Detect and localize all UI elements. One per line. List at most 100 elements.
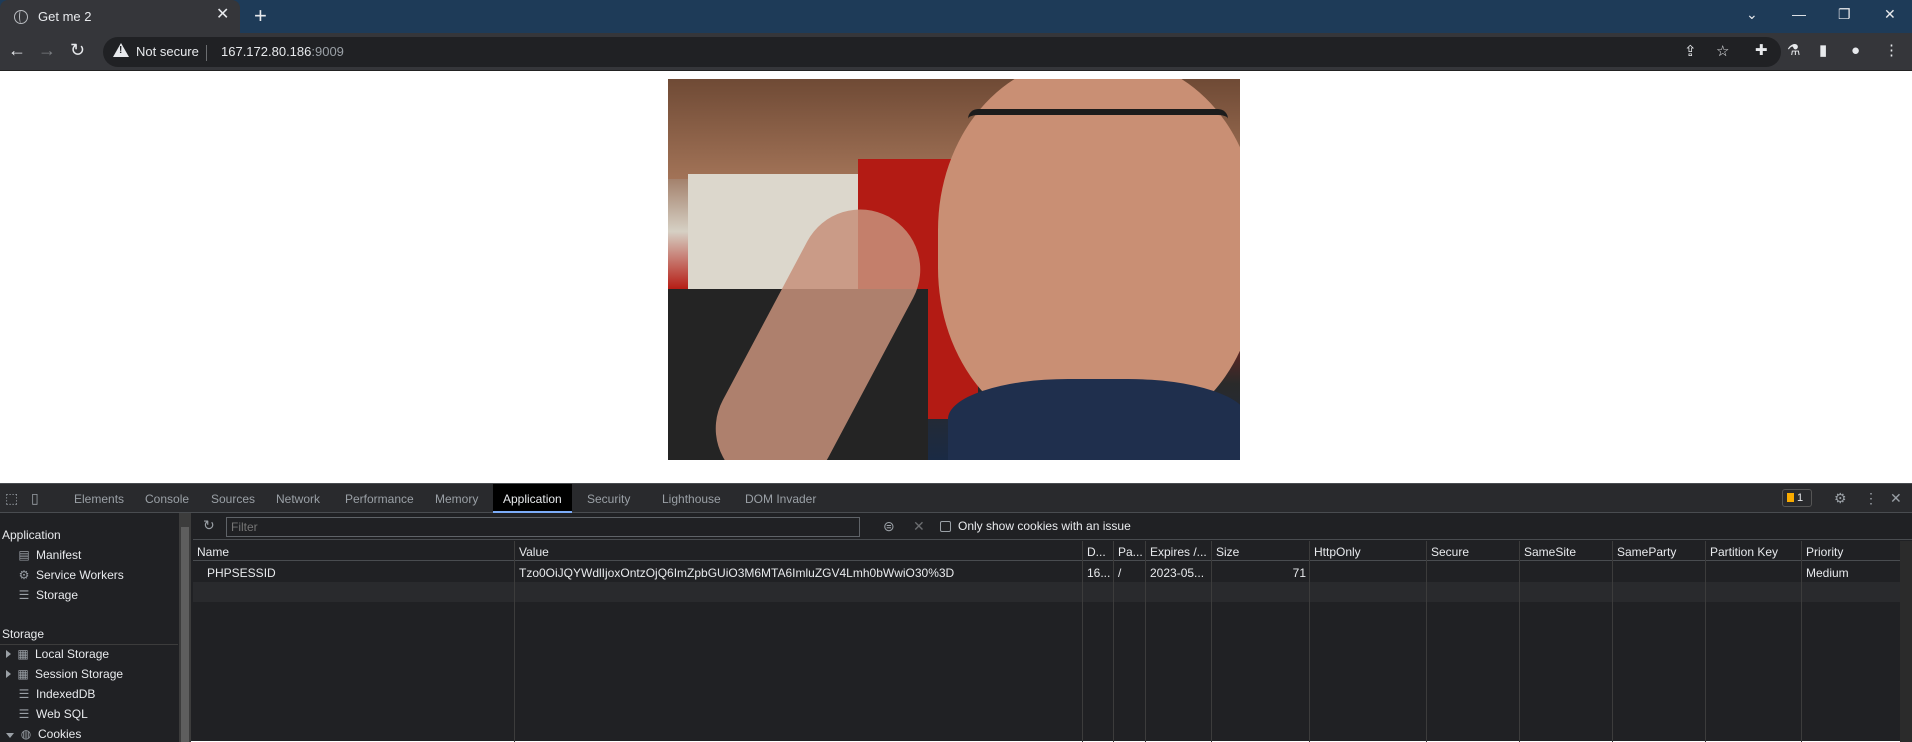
sidebar-item-local-storage[interactable]: ▦ Local Storage: [6, 647, 109, 661]
column-header-expires[interactable]: Expires /...: [1146, 541, 1212, 561]
share-icon[interactable]: ⇪: [1684, 43, 1697, 61]
sidebar-scrollbar-thumb[interactable]: [181, 527, 189, 742]
devtools-panel: ⬚ ▯ Elements Console Sources Network Per…: [0, 483, 1912, 742]
cookie-secure-cell[interactable]: [1427, 562, 1520, 582]
close-tab-icon[interactable]: ✕: [216, 7, 229, 23]
device-toolbar-icon[interactable]: ▯: [31, 491, 39, 505]
minimize-icon[interactable]: —: [1792, 6, 1806, 22]
sidebar-item-web-sql[interactable]: ☰ Web SQL: [18, 707, 88, 721]
security-label[interactable]: Not secure: [136, 44, 199, 59]
sidebar-item-session-storage[interactable]: ▦ Session Storage: [6, 667, 123, 681]
sidebar-header-application: Application: [2, 528, 61, 542]
column-header-secure[interactable]: Secure: [1427, 541, 1520, 561]
column-header-sameparty[interactable]: SameParty: [1613, 541, 1706, 561]
gear-icon: ⚙: [18, 568, 30, 582]
tab-elements[interactable]: Elements: [74, 492, 124, 506]
address-bar[interactable]: Not secure 167.172.80.186:9009 ⇪ ☆: [103, 37, 1781, 67]
column-header-samesite[interactable]: SameSite: [1520, 541, 1613, 561]
cookie-table: Name Value D... Pa... Expires /... Size …: [193, 541, 1900, 742]
sidebar-item-service-workers[interactable]: ⚙ Service Workers: [18, 568, 124, 582]
inspect-element-icon[interactable]: ⬚: [5, 491, 18, 505]
sidebar-scrollbar[interactable]: [179, 513, 191, 742]
only-issues-checkbox[interactable]: [940, 521, 951, 532]
not-secure-warning-icon[interactable]: [113, 43, 129, 57]
column-header-size[interactable]: Size: [1212, 541, 1310, 561]
devtools-tabbar: ⬚ ▯ Elements Console Sources Network Per…: [0, 484, 1912, 513]
reload-icon[interactable]: ↻: [70, 40, 85, 60]
globe-icon: [14, 10, 28, 24]
filter-input[interactable]: [226, 517, 860, 537]
restore-icon[interactable]: ❐: [1838, 6, 1851, 23]
tab-security[interactable]: Security: [587, 492, 630, 506]
tab-dom-invader[interactable]: DOM Invader: [745, 492, 816, 506]
settings-gear-icon[interactable]: ⚙: [1834, 491, 1847, 505]
sidebar-header-storage: Storage: [2, 627, 45, 641]
cookie-expires-cell[interactable]: 2023-05...: [1146, 562, 1212, 582]
back-icon[interactable]: ←: [8, 40, 26, 60]
url-port: :9009: [311, 44, 344, 59]
cookie-name-cell[interactable]: PHPSESSID: [203, 562, 515, 582]
url-text[interactable]: 167.172.80.186:9009: [221, 44, 344, 59]
database-icon: ☰: [18, 707, 30, 721]
column-header-path[interactable]: Pa...: [1114, 541, 1146, 561]
tab-console[interactable]: Console: [145, 492, 189, 506]
new-tab-button[interactable]: +: [254, 4, 267, 28]
issues-badge[interactable]: 1: [1782, 489, 1812, 507]
url-host: 167.172.80.186: [221, 44, 312, 59]
sidebar-item-label: Web SQL: [36, 707, 88, 721]
tab-title: Get me 2: [38, 9, 92, 24]
column-header-partition-key[interactable]: Partition Key: [1706, 541, 1802, 561]
profile-avatar-icon[interactable]: ●: [1851, 42, 1860, 60]
cookie-value-cell[interactable]: Tzo0OiJQYWdlIjoxOntzOjQ6ImZpbGUiO3M6MTA6…: [515, 562, 1083, 582]
tab-lighthouse[interactable]: Lighthouse: [662, 492, 721, 506]
sidebar-item-label: Service Workers: [36, 568, 124, 582]
side-panel-icon[interactable]: ▮: [1819, 42, 1827, 60]
cookie-priority-cell[interactable]: Medium: [1802, 562, 1900, 582]
labs-flask-icon[interactable]: ⚗: [1787, 42, 1800, 60]
cookie-path-cell[interactable]: /: [1114, 562, 1146, 582]
expand-arrow-icon[interactable]: [6, 670, 11, 678]
cookie-domain-cell[interactable]: 16...: [1083, 562, 1114, 582]
application-sidebar: Application ▤ Manifest ⚙ Service Workers ☰…: [0, 513, 180, 742]
close-window-icon[interactable]: ✕: [1884, 6, 1896, 23]
column-header-priority[interactable]: Priority: [1802, 541, 1900, 561]
sidebar-item-cookies[interactable]: ◍ Cookies: [6, 727, 81, 741]
cookie-sameparty-cell[interactable]: [1613, 562, 1706, 582]
cookie-partition-key-cell[interactable]: [1706, 562, 1802, 582]
table-scrollbar[interactable]: [1900, 541, 1912, 742]
tab-application[interactable]: Application: [493, 484, 572, 513]
database-icon: ☰: [18, 588, 30, 602]
delete-selected-icon[interactable]: ✕: [913, 519, 925, 533]
cookie-httponly-cell[interactable]: [1310, 562, 1427, 582]
tab-search-icon[interactable]: ⌄: [1746, 6, 1758, 23]
expand-arrow-icon[interactable]: [6, 650, 11, 658]
close-devtools-icon[interactable]: ✕: [1890, 491, 1902, 505]
bookmark-star-icon[interactable]: ☆: [1716, 43, 1729, 61]
browser-menu-icon[interactable]: ⋮: [1884, 42, 1899, 60]
tab-memory[interactable]: Memory: [435, 492, 478, 506]
collapse-arrow-icon[interactable]: [6, 733, 14, 738]
tab-performance[interactable]: Performance: [345, 492, 414, 506]
sidebar-item-manifest[interactable]: ▤ Manifest: [18, 548, 81, 562]
cookie-size-cell[interactable]: 71: [1212, 562, 1310, 582]
devtools-menu-icon[interactable]: ⋮: [1864, 491, 1878, 505]
column-header-name[interactable]: Name: [193, 541, 515, 561]
cookie-samesite-cell[interactable]: [1520, 562, 1613, 582]
tab-network[interactable]: Network: [276, 492, 320, 506]
sidebar-item-indexeddb[interactable]: ☰ IndexedDB: [18, 687, 96, 701]
sidebar-item-label: Session Storage: [35, 667, 124, 681]
clear-filtered-cookies-icon[interactable]: ⊜: [883, 519, 895, 533]
column-header-httponly[interactable]: HttpOnly: [1310, 541, 1427, 561]
column-header-value[interactable]: Value: [515, 541, 1083, 561]
only-issues-label: Only show cookies with an issue: [958, 519, 1131, 533]
forward-icon[interactable]: →: [38, 40, 56, 60]
browser-tab[interactable]: Get me 2 ✕: [0, 0, 240, 33]
refresh-icon[interactable]: ↻: [203, 518, 215, 532]
column-header-domain[interactable]: D...: [1083, 541, 1114, 561]
tab-sources[interactable]: Sources: [211, 492, 255, 506]
photo-glasses: [968, 109, 1228, 159]
sidebar-item-storage[interactable]: ☰ Storage: [18, 588, 78, 602]
document-icon: ▤: [18, 548, 30, 562]
database-icon: ☰: [18, 687, 30, 701]
extensions-icon[interactable]: ✚: [1755, 42, 1768, 60]
